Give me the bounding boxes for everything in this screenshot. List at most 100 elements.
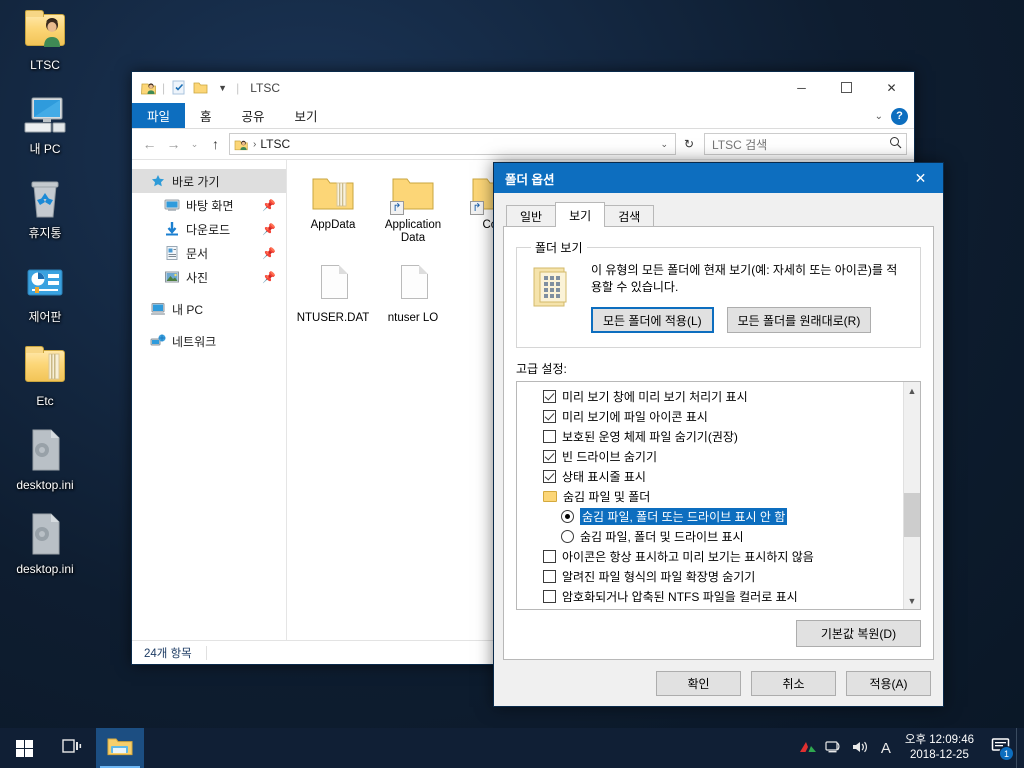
- recent-locations-button[interactable]: ⌄: [187, 139, 202, 150]
- taskbar-app-file-explorer[interactable]: [96, 728, 144, 768]
- properties-icon[interactable]: [170, 79, 187, 96]
- ok-button[interactable]: 확인: [656, 670, 741, 696]
- advanced-settings-box[interactable]: 미리 보기 창에 미리 보기 처리기 표시 미리 보기에 파일 아이콘 표시 보…: [516, 381, 921, 610]
- checkbox-icon[interactable]: [543, 429, 556, 443]
- chevron-down-icon[interactable]: ⌄: [875, 111, 883, 122]
- apply-to-all-folders-button[interactable]: 모든 폴더에 적용(L): [591, 307, 714, 333]
- notification-button[interactable]: 1: [984, 728, 1016, 768]
- advanced-item[interactable]: 미리 보기에 파일 아이콘 표시: [517, 406, 903, 426]
- address-input[interactable]: › LTSC ⌄: [229, 133, 676, 155]
- close-button[interactable]: ✕: [869, 72, 914, 103]
- sidebar-item-desktop[interactable]: 바탕 화면 📌: [132, 193, 286, 217]
- dialog-title-bar[interactable]: 폴더 옵션 ✕: [494, 163, 943, 193]
- checkbox-icon[interactable]: [543, 409, 556, 423]
- breadcrumb-ltsc[interactable]: LTSC: [260, 137, 290, 151]
- sidebar-item-this-pc[interactable]: 내 PC: [132, 297, 286, 321]
- sidebar-item-label: 다운로드: [186, 222, 231, 237]
- ime-icon[interactable]: A: [873, 740, 899, 757]
- radio-icon[interactable]: [561, 509, 574, 523]
- advanced-item[interactable]: 아이콘은 항상 표시하고 미리 보기는 표시하지 않음: [517, 546, 903, 566]
- pin-icon[interactable]: 📌: [262, 199, 276, 212]
- explorer-title-bar[interactable]: | ▼ | LTSC ─ ✕: [132, 72, 914, 103]
- checkbox-icon[interactable]: [543, 569, 556, 583]
- advanced-item[interactable]: 빈 드라이브 숨기기: [517, 446, 903, 466]
- file-item[interactable]: ↱ Application Data: [375, 170, 451, 245]
- folder-views-description: 이 유형의 모든 폴더에 현재 보기(예: 자세히 또는 아이콘)를 적용할 수…: [591, 263, 898, 294]
- file-item[interactable]: NTUSER.DAT: [295, 263, 371, 325]
- refresh-button[interactable]: ↻: [679, 137, 699, 151]
- cancel-button[interactable]: 취소: [751, 670, 836, 696]
- volume-icon[interactable]: [847, 740, 873, 757]
- sidebar-item-pictures[interactable]: 사진 📌: [132, 265, 286, 289]
- show-desktop-button[interactable]: [1016, 728, 1022, 768]
- checkbox-icon[interactable]: [543, 469, 556, 483]
- desktop-icon-this-pc[interactable]: 내 PC: [6, 90, 84, 156]
- desktop-icon-recycle-bin[interactable]: 휴지통: [6, 174, 84, 240]
- reset-all-folders-button[interactable]: 모든 폴더를 원래대로(R): [726, 307, 872, 333]
- checkbox-icon[interactable]: [543, 589, 556, 603]
- scroll-up-button[interactable]: ▲: [904, 382, 920, 399]
- advanced-item[interactable]: 상태 표시줄 표시: [517, 466, 903, 486]
- radio-icon[interactable]: [561, 529, 574, 543]
- scroll-track[interactable]: [904, 399, 920, 592]
- desktop-icon-desktop-ini-1[interactable]: desktop.ini: [6, 426, 84, 492]
- desktop-icon-ltsc[interactable]: LTSC: [6, 6, 84, 72]
- tab-share[interactable]: 공유: [227, 103, 280, 128]
- advanced-item[interactable]: 미리 보기 창에 미리 보기 처리기 표시: [517, 386, 903, 406]
- checkbox-icon[interactable]: [543, 549, 556, 563]
- restore-defaults-button[interactable]: 기본값 복원(D): [796, 620, 921, 647]
- nvidia-icon[interactable]: [795, 740, 821, 757]
- new-folder-icon[interactable]: [192, 79, 209, 96]
- address-dropdown-icon[interactable]: ⌄: [655, 139, 673, 150]
- checkbox-icon[interactable]: [543, 389, 556, 403]
- desktop-icon-label: 제어판: [28, 310, 62, 324]
- advanced-item[interactable]: 제목 표시줄에 전체 경로 표시: [517, 606, 903, 609]
- sidebar-item-network[interactable]: 네트워크: [132, 329, 286, 353]
- tab-view[interactable]: 보기: [555, 202, 606, 227]
- tab-home[interactable]: 홈: [185, 103, 227, 128]
- desktop-icon-etc[interactable]: Etc: [6, 342, 84, 408]
- network-icon[interactable]: [821, 740, 847, 757]
- back-button[interactable]: ←: [139, 136, 160, 152]
- tab-file[interactable]: 파일: [132, 103, 186, 128]
- clock[interactable]: 오후 12:09:46 2018-12-25: [899, 733, 984, 763]
- advanced-item-radio-show[interactable]: 숨김 파일, 폴더 및 드라이브 표시: [517, 526, 903, 546]
- advanced-list-scrollbar[interactable]: ▲ ▼: [903, 382, 920, 609]
- pin-icon[interactable]: 📌: [262, 271, 276, 284]
- file-item[interactable]: ntuser LO: [375, 263, 451, 325]
- scroll-thumb[interactable]: [904, 493, 920, 537]
- desktop-icon-desktop-ini-2[interactable]: desktop.ini: [6, 510, 84, 576]
- user-folder-icon[interactable]: [140, 79, 157, 96]
- checkbox-icon[interactable]: [543, 449, 556, 463]
- pin-icon[interactable]: 📌: [262, 247, 276, 260]
- file-item[interactable]: AppData: [295, 170, 371, 245]
- advanced-item[interactable]: 보호된 운영 체제 파일 숨기기(권장): [517, 426, 903, 446]
- folder-icon: [309, 170, 357, 216]
- advanced-item-radio-hide[interactable]: 숨김 파일, 폴더 또는 드라이브 표시 안 함: [517, 506, 903, 526]
- help-icon[interactable]: ?: [891, 107, 908, 125]
- advanced-item[interactable]: 알려진 파일 형식의 파일 확장명 숨기기: [517, 566, 903, 586]
- tab-general[interactable]: 일반: [506, 205, 557, 227]
- sidebar-item-documents[interactable]: 문서 📌: [132, 241, 286, 265]
- advanced-item-label: 알려진 파일 형식의 파일 확장명 숨기기: [562, 569, 756, 584]
- search-input[interactable]: LTSC 검색: [712, 136, 889, 153]
- scroll-down-button[interactable]: ▼: [904, 592, 920, 609]
- pin-icon[interactable]: 📌: [262, 223, 276, 236]
- sidebar-item-downloads[interactable]: 다운로드 📌: [132, 217, 286, 241]
- minimize-button[interactable]: ─: [779, 72, 824, 103]
- customize-chevron-icon[interactable]: ▼: [214, 79, 231, 96]
- sidebar-item-quick-access[interactable]: 바로 가기: [132, 169, 286, 193]
- maximize-button[interactable]: [824, 72, 869, 103]
- up-button[interactable]: ↑: [205, 136, 226, 152]
- start-button[interactable]: [0, 728, 48, 768]
- search-box[interactable]: LTSC 검색: [704, 133, 907, 155]
- forward-button[interactable]: →: [163, 136, 184, 152]
- task-view-button[interactable]: [48, 728, 96, 768]
- tab-search[interactable]: 검색: [604, 205, 655, 227]
- advanced-item[interactable]: 암호화되거나 압축된 NTFS 파일을 컬러로 표시: [517, 586, 903, 606]
- clock-time: 오후 12:09:46: [904, 734, 974, 746]
- apply-button[interactable]: 적용(A): [846, 670, 931, 696]
- desktop-icon-control-panel[interactable]: 제어판: [6, 258, 84, 324]
- tab-view[interactable]: 보기: [280, 103, 333, 128]
- dialog-close-button[interactable]: ✕: [898, 163, 943, 193]
